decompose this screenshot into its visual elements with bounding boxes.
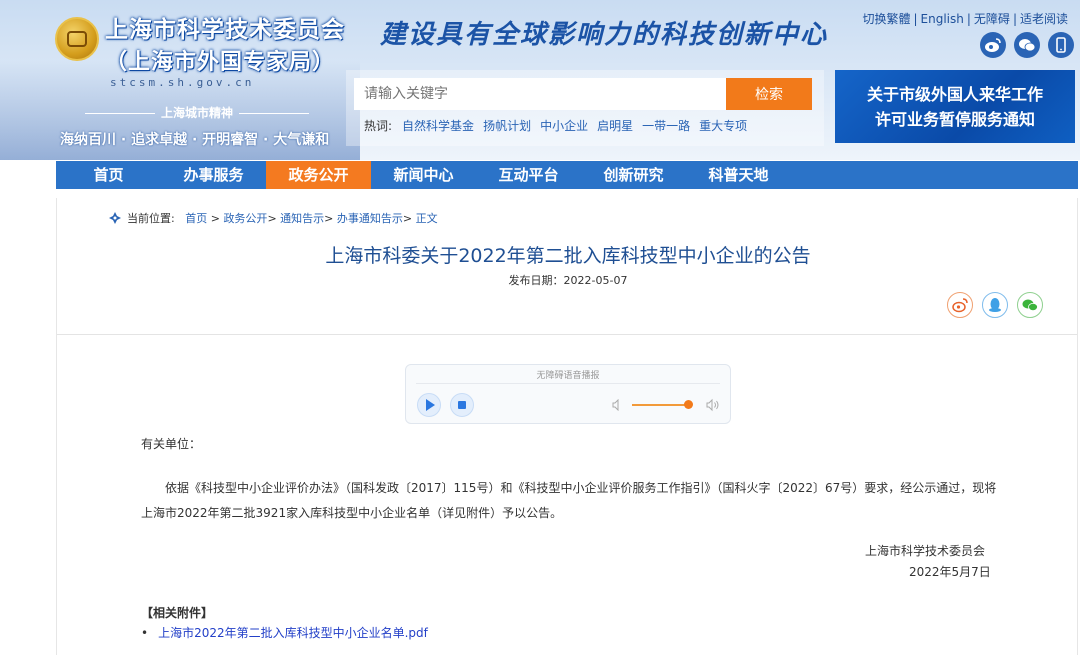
city-spirit-text: 海纳百川 · 追求卓越 · 开明睿智 · 大气谦和 [60,132,330,148]
breadcrumb: 当前位置: 首页 > 政务公开> 通知告示> 办事通知告示> 正文 [109,210,438,226]
breadcrumb-separator: > [402,212,413,225]
hot-word[interactable]: 扬帆计划 [483,119,531,133]
breadcrumb-current: 正文 [415,212,438,225]
site-domain: stcsm.sh.gov.cn [110,76,255,89]
notice-banner-line2: 许可业务暂停服务通知 [874,110,1035,129]
wechat-icon[interactable] [1014,32,1040,58]
breadcrumb-service-notices[interactable]: 办事通知告示 [337,212,403,225]
mobile-icon[interactable] [1048,32,1074,58]
nav-interaction[interactable]: 互动平台 [476,161,581,189]
signature-org: 上海市科学技术委员会 [865,544,986,558]
search-box: 检索 热词: 自然科学基金扬帆计划中小企业启明星一带一路重大专项 [346,70,824,146]
notice-banner[interactable]: 关于市级外国人来华工作 许可业务暂停服务通知 [835,70,1075,143]
article-panel: 当前位置: 首页 > 政务公开> 通知告示> 办事通知告示> 正文 上海市科委关… [56,198,1078,655]
search-button[interactable]: 检索 [726,78,812,110]
article-greeting: 有关单位： [141,437,202,451]
weibo-icon[interactable] [980,32,1006,58]
breadcrumb-home[interactable]: 首页 [185,212,207,225]
play-button[interactable] [417,393,441,417]
stop-button[interactable] [450,393,474,417]
hot-word[interactable]: 一带一路 [642,119,690,133]
org-name[interactable]: 上海市科学技术委员会 [105,10,345,44]
article-title: 上海市科委关于2022年第二批入库科技型中小企业的公告 [325,245,811,267]
breadcrumb-separator: > [324,212,334,225]
breadcrumb-separator: > [267,212,277,225]
wechat-share-icon[interactable] [1017,292,1043,318]
audio-player: 无障碍语音播报 [405,364,731,424]
breadcrumb-government-affairs[interactable]: 政务公开 [223,212,267,225]
nav-news[interactable]: 新闻中心 [371,161,476,189]
separator: | [966,12,971,26]
signature-date: 2022年5月7日 [909,565,991,579]
slogan: 建设具有全球影响力的科技创新中心 [380,20,829,50]
hot-word[interactable]: 启明星 [597,119,633,133]
hot-word[interactable]: 重大专项 [699,119,747,133]
qq-share-icon[interactable] [982,292,1008,318]
search-input[interactable] [354,78,746,110]
publish-date: 发布日期：2022-05-07 [508,274,628,287]
hot-words: 热词: 自然科学基金 扬帆计划 中小企业 启明星 一带一路 重大专项 [364,117,756,134]
org-subname: （上海市外国专家局） [105,50,336,75]
volume-slider-handle[interactable] [683,400,693,409]
divider [57,334,1077,335]
hot-word[interactable]: 自然科学基金 [402,119,474,133]
hot-word[interactable]: 中小企业 [540,119,588,133]
main-nav: 首页 办事服务 政务公开 新闻中心 互动平台 创新研究 科普天地 [56,161,1078,189]
attachments-title: 【相关附件】 [141,606,214,620]
site-header: 上海市科学技术委员会 （上海市外国专家局） stcsm.sh.gov.cn 上海… [0,0,1080,160]
breadcrumb-label: 当前位置: [127,212,175,225]
city-spirit-title: 上海城市精神 [60,104,334,121]
nav-innovation[interactable]: 创新研究 [581,161,686,189]
link-traditional-chinese[interactable]: 切换繁體 [862,12,910,26]
link-accessibility[interactable]: 无障碍 [974,12,1010,26]
divider [416,383,720,384]
logo-emblem-icon[interactable] [55,17,99,61]
hot-words-label: 热词: [364,119,393,133]
breadcrumb-separator: > [210,212,220,225]
audio-player-title: 无障碍语音播报 [536,371,600,381]
top-links: 切换繁體 | English | 无障碍 | 适老阅读 [862,10,1068,27]
nav-services[interactable]: 办事服务 [161,161,266,189]
nav-home[interactable]: 首页 [56,161,161,189]
nav-government-affairs[interactable]: 政务公开 [266,161,371,189]
article-body: 依据《科技型中小企业评价办法》（国科发政〔2017〕115号）和《科技型中小企业… [141,481,997,520]
location-icon [109,212,121,224]
separator: | [913,12,918,26]
notice-banner-line1: 关于市级外国人来华工作 [866,85,1043,104]
link-english[interactable]: English [921,12,964,26]
volume-slider[interactable] [632,404,689,406]
nav-science-popularization[interactable]: 科普天地 [686,161,791,189]
separator: | [1012,12,1017,26]
volume-high-icon[interactable] [706,398,720,412]
volume-low-icon[interactable] [612,399,622,411]
link-elderly-reading[interactable]: 适老阅读 [1020,12,1068,26]
breadcrumb-notices[interactable]: 通知告示 [280,212,324,225]
weibo-share-icon[interactable] [947,292,973,318]
attachment-link[interactable]: 上海市2022年第二批入库科技型中小企业名单.pdf [141,624,428,641]
